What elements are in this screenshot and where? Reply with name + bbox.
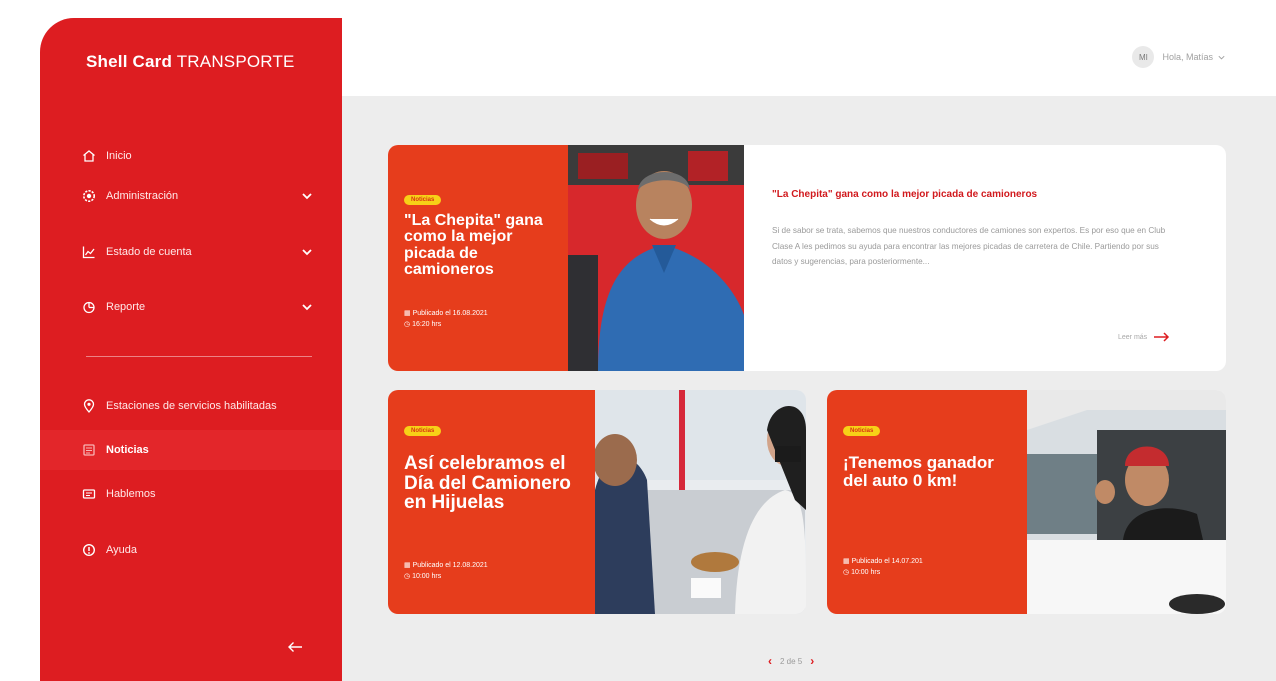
sidebar-item-label: Estaciones de servicios habilitadas (106, 400, 277, 412)
published-date: ▦ Publicado el 12.08.2021 (404, 562, 488, 569)
category-tag: Noticias (404, 426, 442, 436)
app-window: Shell Card TRANSPORTE Inicio Administrac… (40, 18, 1276, 681)
published-time: ◷ 10:00 hrs (843, 569, 881, 577)
published-date: ▦ Publicado el 16.08.2021 (404, 310, 488, 317)
location-pin-icon (82, 399, 96, 413)
published-time: ◷ 10:00 hrs (404, 573, 442, 581)
sidebar-item-label: Noticias (106, 444, 149, 456)
user-menu[interactable]: MI Hola, Matías (1132, 46, 1226, 68)
chevron-down-icon (1218, 55, 1225, 59)
card-title: "La Chepita" gana como la mejor picada d… (404, 212, 543, 279)
excerpt-title[interactable]: "La Chepita" gana como la mejor picada d… (772, 189, 1037, 200)
pagination: ‹ 2 de 5 › (760, 654, 822, 668)
top-header: MI Hola, Matías (342, 18, 1276, 96)
user-greeting: Hola, Matías (1162, 52, 1213, 62)
arrow-right-icon (1154, 332, 1170, 342)
card-meta: ▦ Publicado el 16.08.2021 ◷ 16:20 hrs (404, 308, 488, 330)
news-card-dia-camionero[interactable]: Noticias Así celebramos el Día del Camio… (388, 390, 806, 614)
card-photo (595, 390, 806, 614)
sidebar-item-inicio[interactable]: Inicio (40, 136, 342, 176)
sidebar-divider (86, 356, 312, 357)
sidebar-item-label: Hablemos (106, 488, 156, 500)
news-icon (82, 443, 96, 457)
featured-photo (568, 145, 744, 371)
sidebar-item-noticias[interactable]: Noticias (40, 430, 342, 470)
prev-page-icon[interactable]: ‹ (768, 654, 772, 668)
card-meta: ▦ Publicado el 14.07.201 ◷ 10:00 hrs (843, 556, 923, 578)
sidebar: Shell Card TRANSPORTE Inicio Administrac… (40, 18, 342, 681)
published-time: ◷ 16:20 hrs (404, 321, 442, 329)
pie-icon (82, 300, 96, 314)
chat-icon (82, 487, 96, 501)
featured-news-card[interactable]: Noticias "La Chepita" gana como la mejor… (388, 145, 1226, 371)
arrow-left-icon[interactable] (286, 640, 304, 654)
chevron-down-icon (302, 249, 312, 256)
excerpt-text: Si de sabor se trata, sabemos que nuestr… (772, 226, 1166, 267)
sidebar-item-estaciones[interactable]: Estaciones de servicios habilitadas (40, 386, 342, 426)
read-more-label: Leer más (1118, 333, 1148, 341)
page-indicator: 2 de 5 (780, 656, 803, 666)
card-meta: ▦ Publicado el 12.08.2021 ◷ 10:00 hrs (404, 560, 488, 582)
sidebar-item-estado-de-cuenta[interactable]: Estado de cuenta (40, 232, 342, 272)
avatar: MI (1132, 46, 1155, 68)
published-date: ▦ Publicado el 14.07.201 (843, 558, 923, 565)
home-icon (82, 149, 96, 163)
chevron-down-icon (302, 193, 312, 200)
brand-logo[interactable]: Shell Card TRANSPORTE (86, 52, 295, 72)
sidebar-item-hablemos[interactable]: Hablemos (40, 474, 342, 514)
sidebar-item-label: Reporte (106, 301, 146, 313)
sidebar-item-label: Ayuda (106, 544, 137, 556)
category-tag: Noticias (843, 426, 881, 436)
brand-light: TRANSPORTE (176, 52, 295, 71)
brand-bold: Shell Card (86, 52, 173, 71)
category-tag: Noticias (404, 195, 442, 205)
sidebar-item-reporte[interactable]: Reporte (40, 287, 342, 327)
card-red-panel (827, 390, 1027, 614)
read-more-link[interactable]: Leer más (1118, 331, 1171, 343)
sidebar-item-label: Estado de cuenta (106, 246, 192, 258)
chart-icon (82, 245, 96, 259)
chevron-down-icon (302, 304, 312, 311)
info-icon (82, 543, 96, 557)
card-title: Así celebramos el Día del Camionero en H… (404, 453, 571, 514)
next-page-icon[interactable]: › (810, 654, 814, 668)
sidebar-item-administracion[interactable]: Administración (40, 176, 342, 216)
card-title: ¡Tenemos ganador del auto 0 km! (843, 453, 994, 490)
news-card-ganador-auto[interactable]: Noticias ¡Tenemos ganador del auto 0 km!… (827, 390, 1226, 614)
sidebar-item-label: Administración (106, 190, 179, 202)
sidebar-item-label: Inicio (106, 150, 132, 162)
sidebar-item-ayuda[interactable]: Ayuda (40, 530, 342, 570)
card-photo (1027, 390, 1226, 614)
gear-icon (82, 189, 96, 203)
